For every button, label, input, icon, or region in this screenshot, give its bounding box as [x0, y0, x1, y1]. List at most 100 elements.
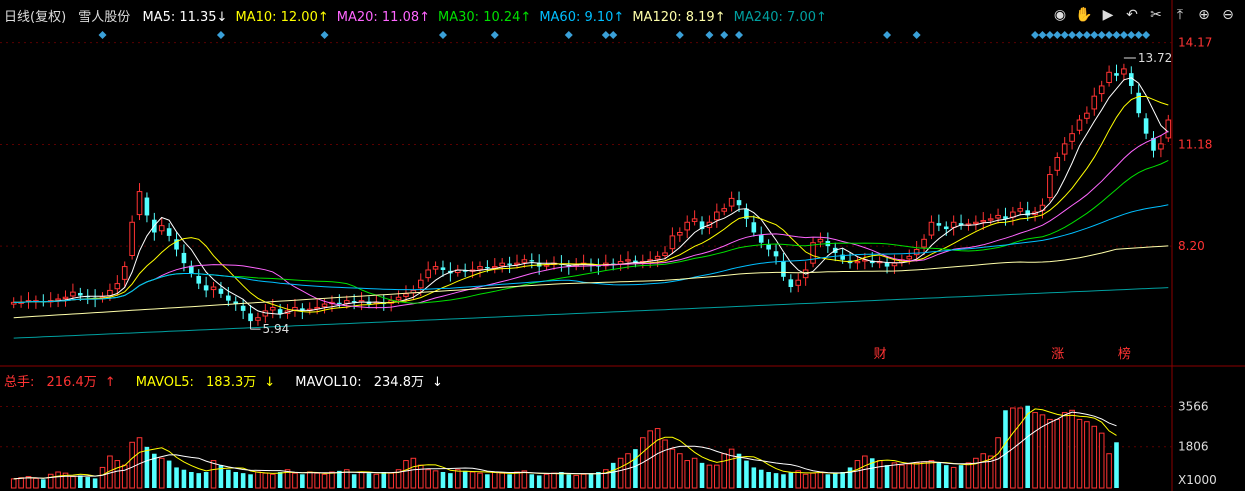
mavol5-value: 183.3万 [206, 375, 257, 390]
volume-bar [300, 474, 305, 488]
volume-bar [248, 474, 253, 488]
candle-body [129, 221, 135, 256]
volume-bar [203, 472, 209, 488]
candle-body [121, 266, 128, 280]
total-label: 总手: [4, 375, 35, 390]
volume-tick-label: 3566 [1178, 399, 1209, 413]
volume-tick-label: 1806 [1178, 440, 1209, 454]
volume-bar [1084, 421, 1090, 489]
ma-legend-ma5: MA5: 11.35↓ [142, 10, 228, 25]
candle-body [477, 266, 483, 270]
volume-bar [114, 460, 121, 489]
candle-body [987, 218, 994, 221]
volume-bar [129, 441, 135, 489]
candle-body [166, 228, 172, 236]
volume-bar [337, 470, 342, 488]
volume-bar [440, 472, 446, 488]
volume-bar [884, 465, 890, 488]
candle-body [854, 260, 861, 264]
volume-bar [1069, 409, 1075, 489]
volume-bar [47, 473, 54, 489]
volume-bar [351, 474, 357, 488]
eye-icon[interactable]: ◉ [1051, 6, 1069, 24]
volume-bar [381, 472, 387, 488]
volume-bar [292, 472, 298, 489]
undo-icon[interactable]: ↶ [1123, 6, 1141, 24]
event-label: 涨 [1051, 347, 1064, 362]
volume-bar [210, 460, 217, 489]
hand-icon[interactable]: ✋ [1075, 6, 1093, 24]
candle-body [980, 220, 987, 223]
candle-body [913, 249, 920, 256]
candle-body [1143, 118, 1149, 134]
candle-body [662, 252, 668, 256]
volume-bar [810, 472, 816, 489]
zoom-out-icon[interactable]: ⊖ [1219, 6, 1237, 24]
volume-bar [536, 475, 542, 488]
candle-body [669, 235, 676, 250]
event-label: 榜 [1118, 346, 1131, 362]
volume-bar [1106, 453, 1112, 489]
volume-bar [462, 470, 468, 488]
high-price-label: 13.72 [1138, 51, 1172, 65]
volume-bar [825, 474, 831, 488]
mavol10-arrow: ↓ [431, 375, 443, 390]
volume-bar [862, 455, 868, 489]
ma-legend-ma10: MA10: 12.00↑ [235, 10, 329, 25]
candle-body [343, 300, 350, 304]
candle-body [1121, 68, 1127, 75]
candle-body [936, 223, 942, 226]
candle-body [403, 293, 409, 297]
volume-bar [277, 472, 283, 488]
cut-icon[interactable]: ✂ [1147, 6, 1165, 24]
volume-bar [958, 465, 964, 488]
volume-bar [766, 472, 771, 488]
volume-bar [736, 453, 742, 488]
volume-bar [669, 448, 676, 489]
candle-body [728, 197, 735, 207]
volume-bar [662, 439, 668, 489]
volume-bar [521, 470, 528, 489]
mavol10-label: MAVOL10: [295, 375, 362, 390]
volume-bar [454, 469, 461, 489]
volume-bar [314, 472, 320, 489]
volume-unit-label: X1000 [1178, 473, 1217, 487]
volume-bar [1098, 432, 1105, 489]
volume-bar [403, 460, 409, 489]
ma-legend-ma20: MA20: 11.08↑ [336, 10, 431, 25]
volume-bar [995, 437, 1001, 489]
volume-bar [744, 460, 749, 488]
up-icon[interactable]: ⤒ [1171, 6, 1189, 24]
chart-toolbar: ◉ ✋ ▶ ↶ ✂ ⤒ ⊕ ⊖ [1051, 6, 1237, 24]
ma-legend-ma240: MA240: 7.00↑ [733, 10, 827, 25]
candle-body [766, 244, 771, 250]
zoom-in-icon[interactable]: ⊕ [1195, 6, 1213, 24]
volume-bar [144, 446, 150, 488]
volume-bar [425, 469, 431, 489]
stock-name: 雪人股份 [78, 10, 131, 25]
volume-bar [980, 453, 987, 489]
volume-bar [255, 471, 261, 489]
candle-body [514, 262, 520, 265]
candle-body [196, 275, 202, 284]
volume-bar [758, 469, 764, 488]
candle-body [1114, 73, 1119, 76]
candle-body [55, 298, 61, 301]
candle-body [144, 197, 150, 216]
mavol10-value: 234.8万 [373, 375, 424, 390]
volume-bar [559, 472, 564, 488]
volume-bar [158, 457, 165, 489]
ma-legend-ma120: MA120: 8.19↑ [632, 10, 726, 25]
candle-body [107, 289, 113, 297]
candle-body [248, 313, 253, 322]
candle-body [684, 221, 691, 231]
volume-bar [78, 475, 83, 488]
play-icon[interactable]: ▶ [1099, 6, 1117, 24]
volume-bar [950, 466, 957, 489]
candle-body [795, 279, 802, 286]
volume-bar [928, 460, 935, 489]
candle-body [240, 305, 246, 311]
low-price-label: 5.94 [263, 322, 290, 336]
candle-body [714, 211, 720, 221]
volume-bar [448, 473, 453, 488]
